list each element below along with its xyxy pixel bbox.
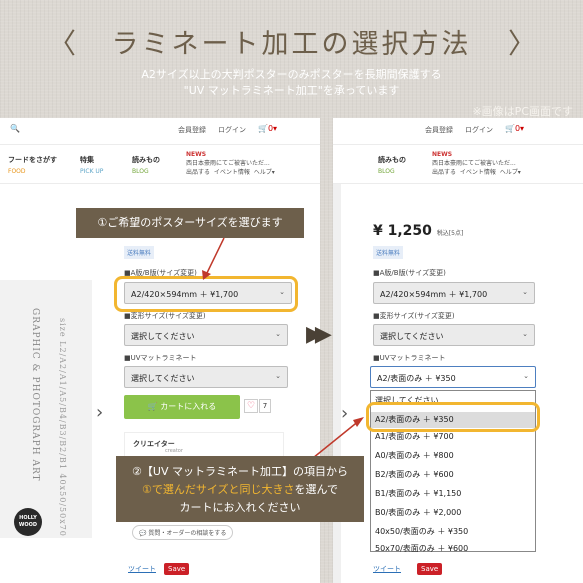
- step2-callout: ②【UV マットラミネート加工】の項目から ①で選んだサイズと同じ大きさを選んで…: [116, 456, 364, 522]
- step2-line-3: カートにお入れください: [179, 501, 301, 514]
- step2-highlight-text: ①で選んだサイズと同じ大きさ: [142, 483, 295, 496]
- step2-line-2: ①で選んだサイズと同じ大きさを選んで: [122, 481, 358, 499]
- step2-line-1: ②【UV マットラミネート加工】の項目から: [132, 465, 348, 478]
- step2-rest-text: を選んで: [294, 483, 338, 496]
